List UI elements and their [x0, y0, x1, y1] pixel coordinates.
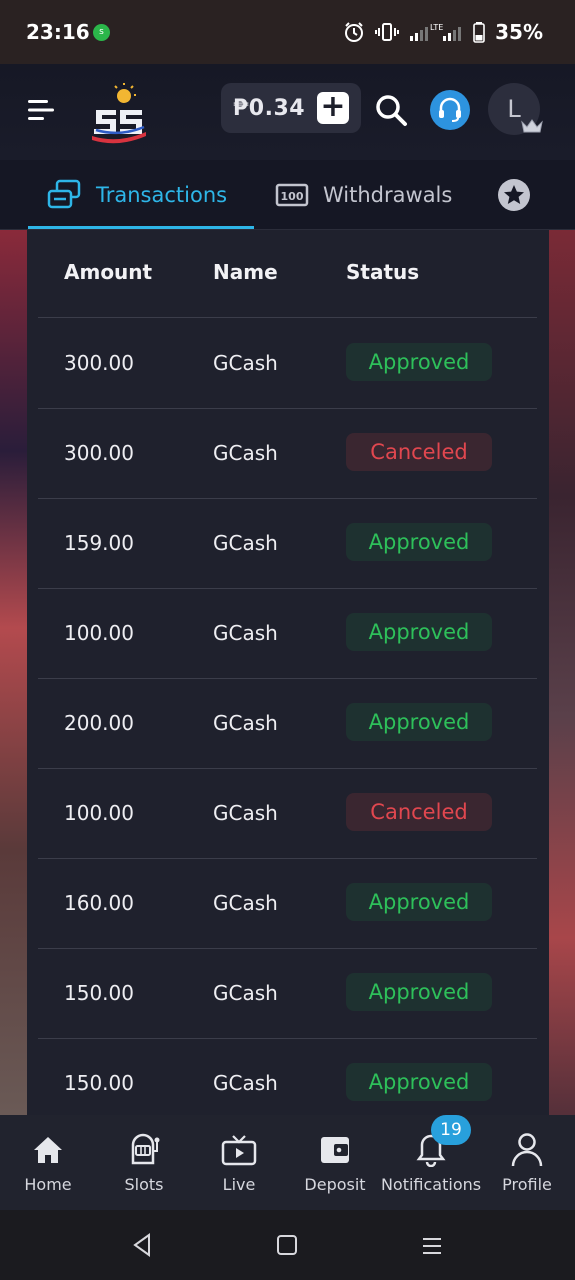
cell-amount: 300.00	[64, 441, 134, 465]
status-badge: Approved	[346, 523, 492, 561]
alarm-icon	[345, 22, 364, 42]
notifications-count-badge: 19	[431, 1115, 471, 1145]
cell-amount: 100.00	[64, 621, 134, 645]
status-icons: LTE 35%	[343, 20, 543, 44]
status-badge: Canceled	[346, 433, 492, 471]
background-artwork-left	[0, 230, 27, 1115]
wallet-balance[interactable]: ₱0.34 +	[221, 83, 361, 133]
menu-icon[interactable]	[28, 98, 56, 122]
svg-text:100: 100	[281, 190, 304, 203]
nav-home-label: Home	[24, 1175, 72, 1194]
vip-crown-icon	[521, 119, 543, 133]
profile-icon	[511, 1133, 543, 1167]
nav-slots[interactable]: Slots	[104, 1115, 184, 1210]
column-header-amount: Amount	[64, 260, 153, 284]
signal-lte-icon: LTE	[410, 23, 462, 41]
table-row[interactable]: 300.00 GCash Approved	[27, 318, 549, 408]
brand-logo[interactable]	[90, 82, 148, 146]
table-row[interactable]: 150.00 GCash Approved	[27, 1038, 549, 1115]
customer-support-button[interactable]	[430, 90, 470, 130]
system-navigation-bar	[0, 1210, 575, 1280]
status-badge: Approved	[346, 883, 492, 921]
bottom-navigation: Home Slots Live Deposit Notifications Pr…	[0, 1115, 575, 1210]
table-row[interactable]: 159.00 GCash Approved	[27, 498, 549, 588]
status-badge: Approved	[346, 1063, 492, 1101]
search-icon[interactable]	[374, 93, 408, 127]
cell-name: GCash	[213, 891, 278, 915]
cell-amount: 159.00	[64, 531, 134, 555]
nav-profile[interactable]: Profile	[487, 1115, 567, 1210]
home-icon	[34, 1137, 62, 1163]
back-icon[interactable]	[130, 1232, 154, 1258]
vibrate-icon	[375, 23, 400, 41]
transactions-icon	[47, 179, 81, 209]
cell-name: GCash	[213, 801, 278, 825]
column-header-name: Name	[213, 260, 278, 284]
nav-live[interactable]: Live	[199, 1115, 279, 1210]
home-square-icon[interactable]	[276, 1234, 298, 1256]
cell-amount: 150.00	[64, 1071, 134, 1095]
cell-name: GCash	[213, 531, 278, 555]
status-badge: Canceled	[346, 793, 492, 831]
tab-transactions-label: Transactions	[96, 183, 228, 207]
cell-name: GCash	[213, 351, 278, 375]
svg-text:LTE: LTE	[430, 23, 443, 32]
cell-name: GCash	[213, 981, 278, 1005]
tab-withdrawals-label: Withdrawals	[323, 183, 453, 207]
cell-amount: 150.00	[64, 981, 134, 1005]
history-tabs: Transactions 100 Withdrawals	[0, 160, 575, 230]
cell-name: GCash	[213, 441, 278, 465]
nav-slots-label: Slots	[124, 1175, 164, 1194]
table-row[interactable]: 100.00 GCash Approved	[27, 588, 549, 678]
cell-amount: 300.00	[64, 351, 134, 375]
cash-icon: 100	[275, 183, 309, 207]
column-header-status: Status	[346, 260, 420, 284]
status-time: 23:16	[26, 20, 90, 44]
table-row[interactable]: 300.00 GCash Canceled	[27, 408, 549, 498]
table-row[interactable]: 200.00 GCash Approved	[27, 678, 549, 768]
add-funds-button[interactable]: +	[317, 92, 349, 124]
nav-profile-label: Profile	[502, 1175, 552, 1194]
wallet-icon	[321, 1137, 349, 1163]
status-badge: Approved	[346, 343, 492, 381]
table-row[interactable]: 160.00 GCash Approved	[27, 858, 549, 948]
tab-transactions[interactable]: Transactions	[46, 160, 227, 230]
recents-icon[interactable]	[421, 1236, 443, 1256]
cell-name: GCash	[213, 1071, 278, 1095]
nav-home[interactable]: Home	[8, 1115, 88, 1210]
background-artwork-right	[549, 230, 575, 1115]
cell-name: GCash	[213, 711, 278, 735]
status-badge: Approved	[346, 703, 492, 741]
cell-amount: 200.00	[64, 711, 134, 735]
tab-bonuses[interactable]	[497, 160, 545, 230]
nav-live-label: Live	[222, 1175, 256, 1194]
table-row[interactable]: 150.00 GCash Approved	[27, 948, 549, 1038]
status-badge: Approved	[346, 613, 492, 651]
nav-notifications-label: Notifications	[380, 1175, 482, 1194]
table-row[interactable]: 100.00 GCash Canceled	[27, 768, 549, 858]
cell-amount: 160.00	[64, 891, 134, 915]
headset-icon	[439, 97, 461, 122]
cell-amount: 100.00	[64, 801, 134, 825]
app-header: ₱0.34 + L	[0, 64, 575, 160]
star-icon	[498, 179, 530, 211]
nav-deposit[interactable]: Deposit	[295, 1115, 375, 1210]
balance-amount: ₱0.34	[233, 95, 306, 121]
app-notification-icon: s	[93, 24, 110, 41]
battery-icon	[473, 22, 485, 43]
transactions-table[interactable]: Amount Name Status 300.00 GCash Approved…	[27, 230, 549, 1115]
status-bar: 23:16 s LTE 35%	[0, 0, 575, 64]
nav-deposit-label: Deposit	[304, 1175, 366, 1194]
table-header: Amount Name Status	[27, 230, 549, 318]
cell-name: GCash	[213, 621, 278, 645]
tab-withdrawals[interactable]: 100 Withdrawals	[275, 160, 452, 230]
live-tv-icon	[221, 1135, 257, 1166]
slots-icon	[131, 1133, 160, 1165]
battery-percent: 35%	[495, 20, 543, 44]
status-badge: Approved	[346, 973, 492, 1011]
